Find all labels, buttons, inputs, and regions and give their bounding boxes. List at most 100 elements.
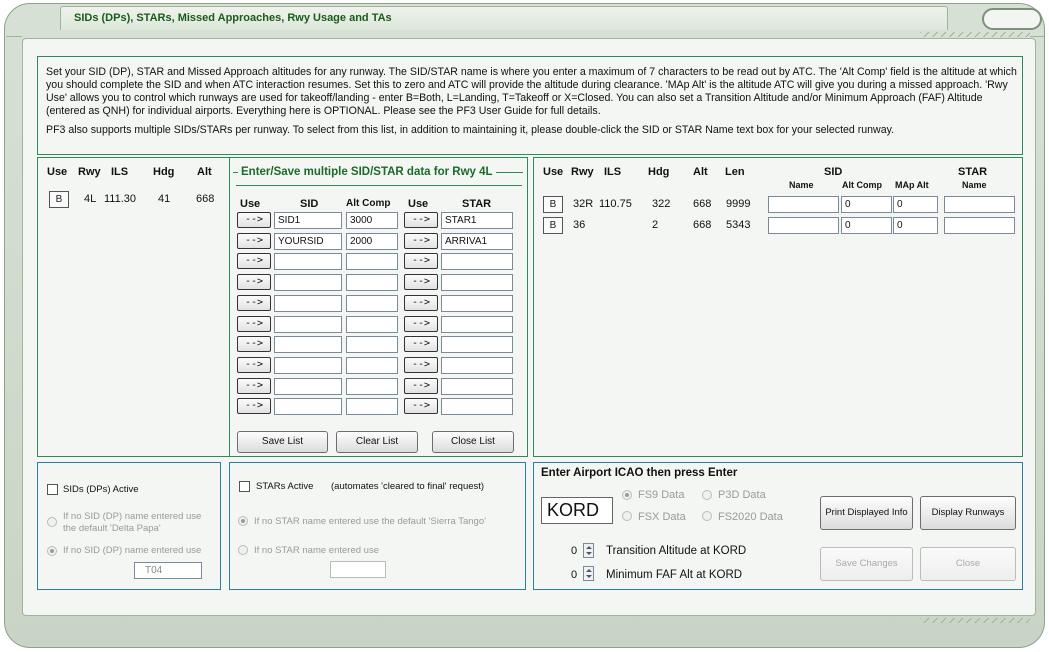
stars-default-radio[interactable] bbox=[238, 516, 248, 526]
sid-select-arrow-button[interactable]: --> bbox=[237, 212, 271, 228]
runway-id[interactable]: 36 bbox=[573, 219, 585, 231]
col-header-star-name: Name bbox=[962, 180, 987, 190]
sid-select-arrow-button[interactable]: --> bbox=[237, 232, 271, 249]
star-select-arrow-button[interactable]: --> bbox=[404, 253, 438, 270]
save-changes-button[interactable]: Save Changes bbox=[820, 547, 913, 581]
sids-default-radio[interactable] bbox=[47, 517, 57, 527]
sids-custom-radio[interactable] bbox=[47, 546, 57, 556]
star-name-input[interactable] bbox=[441, 274, 513, 292]
sid-alt-comp-input[interactable]: 0 bbox=[841, 217, 892, 234]
sid-select-arrow-button[interactable]: --> bbox=[237, 356, 271, 373]
sid-name-input[interactable] bbox=[768, 196, 839, 213]
intro-paragraph: PF3 also supports multiple SIDs/STARs pe… bbox=[46, 124, 895, 136]
star-select-arrow-button[interactable]: --> bbox=[404, 356, 438, 373]
sid-alt-comp-input[interactable] bbox=[346, 377, 398, 395]
sid-select-arrow-button[interactable]: --> bbox=[237, 398, 271, 415]
star-name-input[interactable]: STAR1 bbox=[441, 212, 513, 229]
p3d-data-radio[interactable] bbox=[702, 490, 712, 500]
col-header-hdg: Hdg bbox=[153, 166, 175, 178]
print-displayed-info-button[interactable]: Print Displayed Info bbox=[820, 496, 913, 530]
star-name-input[interactable] bbox=[441, 253, 513, 271]
transition-altitude-spinner[interactable] bbox=[583, 543, 594, 558]
runway-use-field[interactable]: B bbox=[49, 191, 69, 208]
sid-name-input[interactable] bbox=[274, 294, 342, 312]
star-name-input[interactable] bbox=[441, 398, 513, 416]
star-name-input[interactable] bbox=[944, 217, 1015, 234]
sid-select-arrow-button[interactable]: --> bbox=[237, 315, 271, 332]
star-name-input[interactable] bbox=[441, 294, 513, 312]
star-name-input[interactable] bbox=[944, 196, 1015, 213]
icao-input[interactable]: KORD bbox=[541, 497, 613, 524]
star-select-arrow-button[interactable]: --> bbox=[404, 377, 438, 394]
sid-alt-comp-input[interactable] bbox=[346, 336, 398, 354]
sid-alt-comp-input[interactable] bbox=[346, 294, 398, 312]
frame-line bbox=[6, 36, 22, 37]
runway-ils: 110.75 bbox=[599, 198, 632, 210]
sid-name-input[interactable] bbox=[768, 217, 839, 234]
col-header-ils: ILS bbox=[604, 166, 622, 178]
sid-select-arrow-button[interactable]: --> bbox=[237, 274, 271, 291]
stars-custom-radio[interactable] bbox=[238, 545, 248, 555]
runway-id[interactable]: 32R bbox=[573, 198, 593, 210]
window-control-button[interactable] bbox=[982, 8, 1042, 30]
sids-active-checkbox[interactable] bbox=[47, 484, 58, 495]
faf-altitude-value[interactable]: 0 bbox=[571, 569, 577, 581]
map-alt-input[interactable]: 0 bbox=[893, 217, 938, 234]
runway-use-field[interactable]: B bbox=[543, 196, 563, 213]
close-button[interactable]: Close bbox=[920, 547, 1016, 581]
sid-alt-comp-input[interactable]: 0 bbox=[841, 196, 892, 213]
star-name-input[interactable] bbox=[441, 315, 513, 333]
faf-altitude-spinner[interactable] bbox=[583, 566, 594, 581]
sid-select-arrow-button[interactable]: --> bbox=[237, 377, 271, 394]
fs9-data-radio[interactable] bbox=[622, 490, 632, 500]
sid-alt-comp-input[interactable]: 3000 bbox=[346, 212, 398, 229]
star-name-input[interactable] bbox=[441, 377, 513, 395]
sid-alt-comp-input[interactable] bbox=[346, 398, 398, 416]
clear-list-button[interactable]: Clear List bbox=[336, 431, 418, 453]
star-select-arrow-button[interactable]: --> bbox=[404, 274, 438, 291]
fsx-data-radio[interactable] bbox=[622, 511, 632, 521]
star-select-arrow-button[interactable]: --> bbox=[404, 336, 438, 353]
sid-name-input[interactable] bbox=[274, 377, 342, 395]
display-runways-button[interactable]: Display Runways bbox=[920, 496, 1016, 530]
sid-name-input[interactable] bbox=[274, 253, 342, 271]
sid-alt-comp-input[interactable] bbox=[346, 356, 398, 374]
sid-name-input[interactable] bbox=[274, 315, 342, 333]
sid-alt-comp-input[interactable] bbox=[346, 253, 398, 271]
star-select-arrow-button[interactable]: --> bbox=[404, 294, 438, 311]
sid-select-arrow-button[interactable]: --> bbox=[237, 253, 271, 270]
star-name-input[interactable] bbox=[441, 356, 513, 374]
sid-alt-comp-input[interactable]: 2000 bbox=[346, 232, 398, 250]
sids-default-input[interactable]: T04 bbox=[134, 562, 202, 579]
runway-hdg: 322 bbox=[652, 198, 671, 210]
star-select-arrow-button[interactable]: --> bbox=[404, 232, 438, 249]
star-name-input[interactable] bbox=[441, 336, 513, 354]
sids-default-label: If no SID (DP) name entered use the defa… bbox=[63, 511, 202, 534]
save-list-button[interactable]: Save List bbox=[237, 431, 328, 453]
close-list-button[interactable]: Close List bbox=[432, 431, 514, 453]
sid-name-input[interactable] bbox=[274, 336, 342, 354]
star-select-arrow-button[interactable]: --> bbox=[404, 315, 438, 332]
runway-id[interactable]: 4L bbox=[84, 193, 96, 205]
sid-name-input[interactable]: YOURSID bbox=[274, 232, 342, 250]
sid-select-arrow-button[interactable]: --> bbox=[237, 336, 271, 353]
sid-name-input[interactable]: SID1 bbox=[274, 212, 342, 229]
sid-name-input[interactable] bbox=[274, 398, 342, 416]
col-header-alt: Alt bbox=[197, 166, 212, 178]
fs2020-data-radio[interactable] bbox=[702, 511, 712, 521]
map-alt-input[interactable]: 0 bbox=[893, 196, 938, 213]
star-name-input[interactable]: ARRIVA1 bbox=[441, 232, 513, 250]
sid-name-input[interactable] bbox=[274, 274, 342, 292]
sid-select-arrow-button[interactable]: --> bbox=[237, 294, 271, 311]
star-select-arrow-button[interactable]: --> bbox=[404, 398, 438, 415]
transition-altitude-value[interactable]: 0 bbox=[571, 545, 577, 557]
stars-default-input[interactable] bbox=[330, 561, 386, 578]
star-select-arrow-button[interactable]: --> bbox=[404, 212, 438, 228]
sid-name-input[interactable] bbox=[274, 356, 342, 374]
sid-alt-comp-input[interactable] bbox=[346, 315, 398, 333]
col-header-alt: Alt bbox=[693, 166, 708, 178]
runway-alt: 668 bbox=[693, 198, 712, 210]
sid-alt-comp-input[interactable] bbox=[346, 274, 398, 292]
runway-use-field[interactable]: B bbox=[543, 217, 563, 234]
stars-active-checkbox[interactable] bbox=[239, 481, 250, 492]
